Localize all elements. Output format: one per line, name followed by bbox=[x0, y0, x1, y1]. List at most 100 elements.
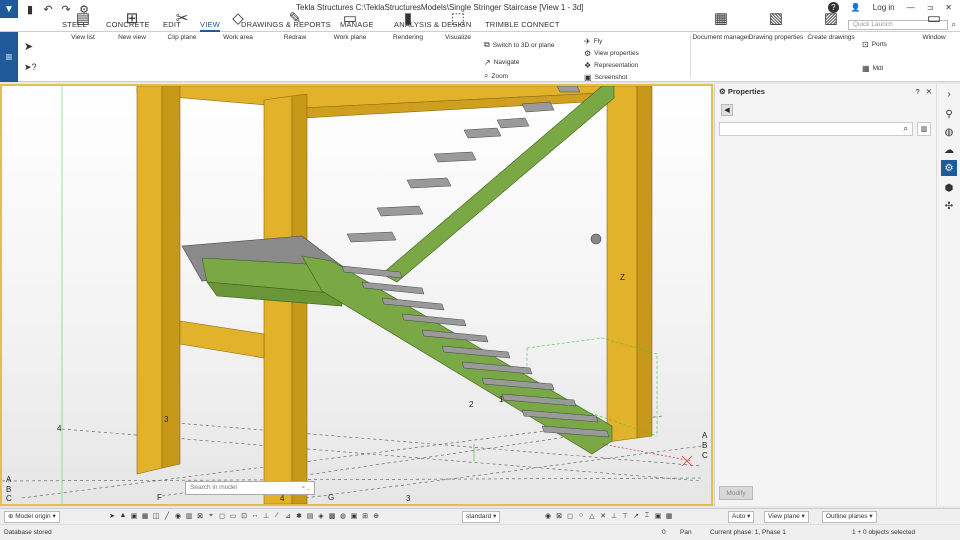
snap-end-icon[interactable]: ◻ bbox=[218, 512, 226, 520]
snap-mode-icon[interactable]: ▣ bbox=[654, 512, 662, 520]
properties-view-toggle[interactable]: ▥ bbox=[917, 122, 931, 136]
properties-gear-icon[interactable]: ⚙ bbox=[941, 160, 957, 176]
select-grid-icon[interactable]: ▦ bbox=[141, 512, 149, 520]
line-tool-icon[interactable]: ⊥ bbox=[610, 512, 618, 520]
snap-geom-icon[interactable]: ⊿ bbox=[284, 512, 292, 520]
tab-trimble-connect[interactable]: TRIMBLE CONNECT bbox=[485, 20, 560, 29]
cross-icon[interactable]: ✕ bbox=[599, 512, 607, 520]
circle-icon[interactable]: ○ bbox=[577, 512, 585, 520]
cloud-icon[interactable]: ☁ bbox=[941, 142, 957, 158]
snap-extra2-icon[interactable]: ⊕ bbox=[372, 512, 380, 520]
tab-view[interactable]: VIEW bbox=[200, 20, 220, 32]
properties-help-icon[interactable]: ? bbox=[916, 87, 920, 96]
model-origin-select[interactable]: ⊕ Model origin ▾ bbox=[4, 511, 60, 523]
select-help-icon[interactable]: ➤? bbox=[24, 62, 37, 73]
work-area-button[interactable]: ◇ Work area bbox=[218, 0, 258, 41]
search-in-model-input[interactable]: Search in model ⌕ ⌄ bbox=[185, 481, 315, 495]
components-icon[interactable]: ✣ bbox=[941, 198, 957, 214]
view-plane-select[interactable]: View plane ▾ bbox=[764, 511, 809, 523]
column-left[interactable] bbox=[136, 86, 163, 475]
snap-depth-icon[interactable]: ◍ bbox=[339, 512, 347, 520]
settings-link-icon[interactable]: ⚲ bbox=[941, 106, 957, 122]
drawing-properties-button[interactable]: ▧ Drawing properties bbox=[749, 0, 804, 41]
work-plane-button[interactable]: ▭ Work plane bbox=[330, 0, 370, 41]
switch-3d-button[interactable]: ⧉ Switch to 3D or plane bbox=[484, 40, 555, 50]
arrow-tool-icon[interactable]: ↗ bbox=[632, 512, 640, 520]
landing-beam[interactable] bbox=[179, 320, 265, 359]
properties-close-icon[interactable]: ✕ bbox=[926, 87, 932, 96]
lower-stringer[interactable] bbox=[301, 255, 613, 455]
login-link[interactable]: Log in bbox=[873, 3, 895, 12]
square-icon[interactable]: ◻ bbox=[566, 512, 574, 520]
column-right[interactable] bbox=[606, 86, 638, 443]
auto-select[interactable]: Auto ▾ bbox=[728, 511, 755, 523]
select-arrow-icon[interactable]: ➤ bbox=[24, 40, 33, 53]
snap-any-icon[interactable]: ✱ bbox=[295, 512, 303, 520]
snap-mid-icon[interactable]: ▭ bbox=[229, 512, 237, 520]
zoom-icon: ⌕ bbox=[484, 71, 489, 80]
select-weld-icon[interactable]: ▥ bbox=[185, 512, 193, 520]
model-viewport[interactable]: Z 3 4 2 1 F G 3 4 A B C A B C Search in … bbox=[0, 84, 713, 506]
eye-icon[interactable]: ◉ bbox=[544, 512, 552, 520]
modify-button[interactable]: Modify bbox=[719, 486, 753, 500]
search-icon[interactable]: ⌕ ⌄ bbox=[301, 482, 310, 494]
document-manager-button[interactable]: ▦ Document manager bbox=[692, 0, 749, 41]
view-list-button[interactable]: ▤ View list bbox=[66, 0, 100, 41]
tekla-logo-icon[interactable]: ▼ bbox=[0, 0, 18, 18]
select-part-icon[interactable]: ▲ bbox=[119, 512, 127, 520]
snap-perp-icon[interactable]: ⊥ bbox=[262, 512, 270, 520]
select-line-icon[interactable]: ╱ bbox=[163, 512, 171, 520]
select-bolt-icon[interactable]: ◉ bbox=[174, 512, 182, 520]
snap-line-icon[interactable]: ∕ bbox=[273, 512, 281, 520]
zoom-button[interactable]: ⌕ Zoom bbox=[484, 71, 508, 81]
fly-button[interactable]: ✈ Fly bbox=[584, 37, 602, 46]
standard-select[interactable]: standard ▾ bbox=[462, 511, 501, 523]
user-icon[interactable]: 👤 bbox=[851, 3, 861, 12]
snap-mode2-icon[interactable]: ▦ bbox=[665, 512, 673, 520]
properties-search-input[interactable]: ⌕ bbox=[719, 122, 913, 136]
undo-icon[interactable]: ↶ bbox=[42, 3, 54, 16]
search-icon[interactable]: ⌕ bbox=[904, 124, 908, 134]
ribbon-menu-icon[interactable]: ≡ bbox=[0, 32, 18, 82]
cube-icon[interactable]: ⬢ bbox=[941, 180, 957, 196]
new-view-button[interactable]: ⊞ New view bbox=[114, 0, 150, 41]
select-cut-icon[interactable]: ⊠ bbox=[196, 512, 204, 520]
select-point-icon[interactable]: ◫ bbox=[152, 512, 160, 520]
snap-grid-icon[interactable]: ▣ bbox=[350, 512, 358, 520]
rotation-center-icon[interactable] bbox=[590, 233, 602, 245]
snap-center-icon[interactable]: ⊡ bbox=[240, 512, 248, 520]
outline-planes-select[interactable]: Outline planes ▾ bbox=[822, 511, 877, 523]
expand-arrow-icon[interactable]: › bbox=[941, 86, 957, 102]
redraw-button[interactable]: ✎ Redraw bbox=[278, 0, 312, 41]
snap-ortho-icon[interactable]: ◈ bbox=[317, 512, 325, 520]
screenshot-button[interactable]: ▣ Screenshot bbox=[584, 73, 627, 82]
visualize-button[interactable]: ⬚ Visualize bbox=[440, 0, 476, 41]
back-arrow-icon[interactable]: ◀ bbox=[721, 104, 733, 116]
dim-tool-icon[interactable]: ⌶ bbox=[643, 512, 651, 520]
window-button[interactable]: ▭ Window bbox=[914, 0, 954, 41]
snap-arrow-icon[interactable]: ↔ bbox=[251, 512, 259, 520]
create-drawings-button[interactable]: ▨ Create drawings bbox=[807, 0, 854, 41]
navigate-button[interactable]: ↗ Navigate bbox=[484, 58, 519, 67]
snap-icon[interactable]: ⌖ bbox=[207, 512, 215, 520]
ribbon-separator bbox=[690, 36, 691, 78]
snap-extra-icon[interactable]: ⊞ bbox=[361, 512, 369, 520]
triangle-icon[interactable]: △ bbox=[588, 512, 596, 520]
clip-plane-button[interactable]: ✂ Clip plane bbox=[164, 0, 200, 41]
staircase-3d-model[interactable]: Z 3 4 2 1 F G 3 4 A B C A B C bbox=[2, 86, 711, 504]
box-select-icon[interactable]: ⊠ bbox=[555, 512, 563, 520]
globe-icon[interactable]: ◍ bbox=[941, 124, 957, 140]
grid-label-2: 2 bbox=[469, 400, 474, 409]
rendering-button[interactable]: ▮ Rendering bbox=[388, 0, 428, 41]
select-assembly-icon[interactable]: ▣ bbox=[130, 512, 138, 520]
text-tool-icon[interactable]: ⊤ bbox=[621, 512, 629, 520]
ports-button[interactable]: ⊡ Ports bbox=[862, 40, 887, 49]
snap-ref-icon[interactable]: ▤ bbox=[306, 512, 314, 520]
select-icon[interactable]: ➤ bbox=[108, 512, 116, 520]
save-icon[interactable]: ▮ bbox=[24, 3, 36, 16]
mdl-button[interactable]: ▦ Mdl bbox=[862, 64, 883, 73]
snap-plane-icon[interactable]: ▩ bbox=[328, 512, 336, 520]
view-properties-button[interactable]: ⚙ View properties bbox=[584, 49, 639, 58]
representation-button[interactable]: ❖ Representation bbox=[584, 61, 638, 70]
grid-label-1: 1 bbox=[499, 395, 504, 404]
